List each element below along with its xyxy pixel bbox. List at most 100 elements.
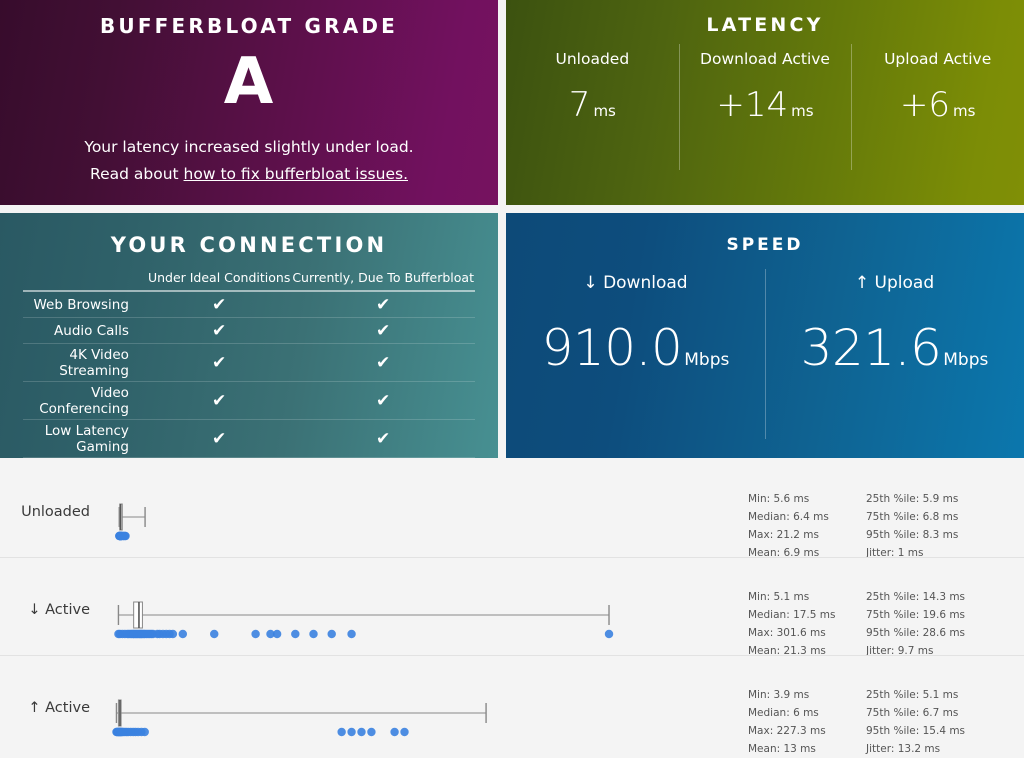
latency-column-upload-active: Upload Active +6 ms	[851, 44, 1024, 176]
bufferbloat-grade-description-block: Your latency increased slightly under lo…	[0, 134, 498, 187]
connection-row-name: Video Conferencing	[23, 381, 147, 420]
latency-unit-upload-active: ms	[953, 102, 976, 120]
check-icon: ✔	[291, 381, 475, 420]
boxplot-download-active	[96, 558, 736, 655]
connection-header-ideal: Under Ideal Conditions	[147, 270, 291, 285]
fix-bufferbloat-link[interactable]: how to fix bufferbloat issues.	[184, 165, 408, 183]
stat-p75: 75th %ile: 6.7 ms	[866, 707, 959, 720]
stats-upload-active: Min: 3.9 ms Median: 6 ms Max: 227.3 ms M…	[748, 686, 984, 758]
speed-number-download: 910.0	[541, 319, 683, 377]
latency-number-unloaded: 7	[568, 85, 591, 125]
check-icon: ✔	[146, 343, 292, 382]
latency-row-download-active: ↓ Active Min: 5.1 ms Median: 17.5 ms Max…	[0, 557, 1024, 657]
latency-value-download-active: +14 ms	[679, 88, 852, 122]
stat-p25: 25th %ile: 5.9 ms	[866, 493, 959, 505]
latency-column-unloaded: Unloaded 7 ms	[506, 50, 679, 176]
connection-capability-table: Under Ideal Conditions Currently, Due To…	[23, 269, 475, 458]
latency-column-download-active: Download Active +14 ms	[678, 44, 852, 176]
boxplot-geometry	[112, 699, 487, 737]
bufferbloat-grade-description: Your latency increased slightly under lo…	[84, 138, 414, 156]
your-connection-title: YOUR CONNECTION	[110, 233, 388, 257]
speed-value-upload: 321.6 Mbps	[765, 323, 1024, 373]
check-icon: ✔	[291, 419, 475, 458]
stats-col-left: Min: 5.1 ms Median: 17.5 ms Max: 301.6 m…	[748, 588, 866, 660]
check-icon: ✔	[146, 381, 292, 420]
latency-row-unloaded: Unloaded Min: 5.6 ms Median: 6.4 ms Max:…	[0, 460, 1024, 559]
dashboard-grid: BUFFERBLOAT GRADE A Your latency increas…	[0, 0, 1024, 458]
table-row: Audio Calls ✔ ✔	[23, 317, 475, 344]
bufferbloat-grade-letter: A	[223, 45, 275, 119]
stat-jitter: Jitter: 13.2 ms	[866, 743, 941, 756]
read-about-prefix: Read about	[90, 164, 184, 183]
speed-panel: SPEED ↓ Download 910.0 Mbps ↑ Upload 321.…	[506, 213, 1024, 458]
latency-label-download-active: Download Active	[700, 50, 830, 68]
check-icon: ✔	[291, 317, 475, 344]
stat-p25: 25th %ile: 14.3 ms	[866, 591, 966, 603]
connection-table-body: Web Browsing ✔ ✔ Audio Calls ✔ ✔ 4K Vide…	[23, 291, 475, 458]
latency-number-upload-active: +6	[899, 85, 951, 125]
speed-title: SPEED	[726, 235, 804, 255]
table-row: Web Browsing ✔ ✔	[23, 291, 475, 318]
latency-number-download-active: +14	[716, 85, 789, 125]
table-row: 4K Video Streaming ✔ ✔	[23, 343, 475, 382]
stat-min: Min: 3.9 ms	[748, 689, 810, 701]
connection-header-blank	[23, 269, 147, 291]
bufferbloat-read-about-line: Read about how to fix bufferbloat issues…	[0, 161, 498, 188]
latency-title: LATENCY	[706, 14, 824, 36]
speed-columns: ↓ Download 910.0 Mbps ↑ Upload 321.6 Mbps	[506, 269, 1024, 453]
stat-median: Median: 17.5 ms	[748, 609, 836, 622]
speed-column-upload: ↑ Upload 321.6 Mbps	[765, 269, 1024, 453]
stats-col-left: Min: 5.6 ms Median: 6.4 ms Max: 21.2 ms …	[748, 490, 866, 562]
stat-p75: 75th %ile: 6.8 ms	[866, 511, 959, 524]
bufferbloat-grade-title: BUFFERBLOAT GRADE	[99, 14, 399, 38]
latency-row-label: Unloaded	[21, 504, 90, 520]
speed-unit-download: Mbps	[684, 350, 730, 370]
connection-row-name: Web Browsing	[23, 291, 147, 318]
check-icon: ✔	[146, 291, 292, 318]
check-icon: ✔	[291, 343, 475, 382]
latency-row-label: ↑ Active	[28, 700, 90, 716]
connection-table-head: Under Ideal Conditions Currently, Due To…	[23, 269, 475, 291]
stat-median: Median: 6 ms	[748, 707, 819, 720]
check-icon: ✔	[291, 291, 475, 318]
bufferbloat-grade-panel: BUFFERBLOAT GRADE A Your latency increas…	[0, 0, 498, 205]
connection-row-name: Low Latency Gaming	[23, 419, 147, 458]
boxplot-geometry	[114, 601, 614, 639]
latency-unit-unloaded: ms	[593, 102, 616, 120]
speed-column-download: ↓ Download 910.0 Mbps	[506, 273, 765, 453]
latency-unit-download-active: ms	[791, 102, 814, 120]
connection-row-name: 4K Video Streaming	[23, 343, 147, 382]
latency-distribution-section: Unloaded Min: 5.6 ms Median: 6.4 ms Max:…	[0, 460, 1024, 755]
latency-row-label: ↓ Active	[28, 602, 90, 618]
latency-columns: Unloaded 7 ms Download Active +14 ms Uploa…	[506, 44, 1024, 176]
download-arrow-icon-label: ↓ Download	[583, 273, 688, 293]
stat-max: Max: 227.3 ms	[748, 725, 826, 738]
stat-min: Min: 5.1 ms	[748, 591, 810, 603]
latency-label-unloaded: Unloaded	[555, 50, 630, 68]
stat-min: Min: 5.6 ms	[748, 493, 810, 505]
stats-download-active: Min: 5.1 ms Median: 17.5 ms Max: 301.6 m…	[748, 588, 984, 660]
stat-median: Median: 6.4 ms	[748, 511, 829, 524]
stat-max: Max: 301.6 ms	[748, 627, 826, 640]
boxplot-geometry	[115, 503, 146, 541]
connection-row-name: Audio Calls	[23, 317, 147, 344]
boxplot-unloaded	[96, 460, 736, 557]
stats-col-right: 25th %ile: 5.9 ms 75th %ile: 6.8 ms 95th…	[866, 490, 984, 562]
stats-col-right: 25th %ile: 14.3 ms 75th %ile: 19.6 ms 95…	[866, 588, 984, 660]
latency-row-upload-active: ↑ Active Min: 3.9 ms Median: 6 ms Max: 2…	[0, 655, 1024, 755]
connection-header-row: Under Ideal Conditions Currently, Due To…	[23, 269, 475, 291]
stat-p25: 25th %ile: 5.1 ms	[866, 689, 959, 701]
check-icon: ✔	[146, 419, 292, 458]
stats-unloaded: Min: 5.6 ms Median: 6.4 ms Max: 21.2 ms …	[748, 490, 984, 562]
stat-p95: 95th %ile: 8.3 ms	[866, 529, 959, 542]
table-row: Video Conferencing ✔ ✔	[23, 381, 475, 420]
upload-arrow-icon-label: ↑ Upload	[854, 273, 935, 293]
stat-p95: 95th %ile: 15.4 ms	[866, 725, 966, 738]
connection-header-current: Currently, Due To Bufferbloat	[292, 270, 474, 285]
latency-value-unloaded: 7 ms	[506, 88, 679, 122]
stat-max: Max: 21.2 ms	[748, 529, 819, 542]
latency-value-upload-active: +6 ms	[851, 88, 1024, 122]
speed-unit-upload: Mbps	[943, 350, 989, 370]
stat-p75: 75th %ile: 19.6 ms	[866, 609, 966, 622]
boxplot-upload-active	[96, 656, 736, 753]
